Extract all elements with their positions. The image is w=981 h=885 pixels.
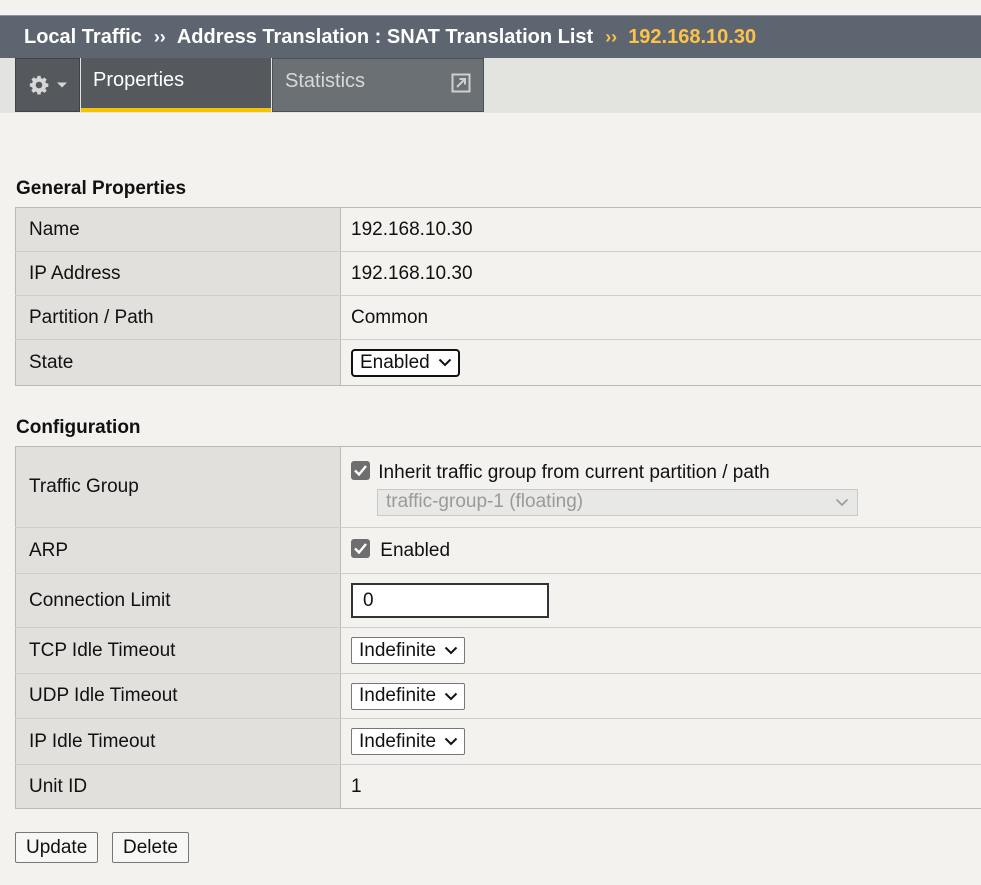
traffic-group-inherit-label: Inherit traffic group from current parti… <box>378 461 770 483</box>
tcp-idle-timeout-select[interactable]: Indefinite <box>351 637 466 664</box>
ip-idle-timeout-label: IP Idle Timeout <box>15 718 341 765</box>
traffic-group-select: traffic-group-1 (floating) <box>377 488 858 516</box>
row-name: Name 192.168.10.30 <box>15 207 981 252</box>
chevron-down-icon <box>835 498 849 506</box>
connection-limit-input[interactable]: 0 <box>351 583 549 618</box>
name-label: Name <box>15 207 341 252</box>
ip-idle-timeout-value: Indefinite <box>359 730 437 752</box>
breadcrumb-separator: ›› <box>153 26 166 47</box>
breadcrumb: Local Traffic ›› Address Translation : S… <box>0 15 981 58</box>
state-select[interactable]: Enabled <box>351 348 460 377</box>
state-select-value: Enabled <box>360 351 430 373</box>
delete-button[interactable]: Delete <box>112 832 189 863</box>
row-state: State Enabled <box>15 339 981 386</box>
chevron-down-icon <box>56 82 67 88</box>
configuration-title: Configuration <box>16 417 141 438</box>
update-button-label: Update <box>26 836 88 858</box>
breadcrumb-local-traffic[interactable]: Local Traffic <box>24 26 142 49</box>
tab-statistics[interactable]: Statistics <box>272 58 484 112</box>
row-ip-idle-timeout: IP Idle Timeout Indefinite <box>15 718 981 765</box>
checkmark-icon <box>354 464 367 476</box>
unit-id-label: Unit ID <box>15 764 341 809</box>
connection-limit-label: Connection Limit <box>15 573 341 628</box>
gear-menu-button[interactable] <box>15 58 80 112</box>
gear-icon <box>29 75 48 95</box>
update-button[interactable]: Update <box>15 832 99 863</box>
breadcrumb-snat-list[interactable]: Address Translation : SNAT Translation L… <box>177 26 593 49</box>
ip-address-label: IP Address <box>15 251 341 296</box>
udp-idle-timeout-label: UDP Idle Timeout <box>15 673 341 719</box>
row-traffic-group: Traffic Group Inherit traffic group from… <box>15 446 981 528</box>
arp-label: ARP <box>15 527 341 574</box>
name-value: 192.168.10.30 <box>340 207 981 252</box>
tcp-idle-timeout-label: TCP Idle Timeout <box>15 627 341 674</box>
row-unit-id: Unit ID 1 <box>15 764 981 809</box>
connection-limit-value: 0 <box>363 589 374 611</box>
chevron-down-icon <box>438 358 451 367</box>
chevron-down-icon <box>444 646 458 655</box>
delete-button-label: Delete <box>123 836 178 858</box>
traffic-group-inherit-checkbox[interactable] <box>351 460 370 480</box>
row-arp: ARP Enabled <box>15 527 981 574</box>
tab-properties-label: Properties <box>93 69 185 91</box>
row-connection-limit: Connection Limit 0 <box>15 573 981 628</box>
partition-value: Common <box>340 295 981 340</box>
general-properties-table: Name 192.168.10.30 IP Address 192.168.10… <box>15 207 981 386</box>
configuration-table: Traffic Group Inherit traffic group from… <box>15 446 981 809</box>
row-udp-idle-timeout: UDP Idle Timeout Indefinite <box>15 673 981 719</box>
general-properties-title: General Properties <box>16 178 187 199</box>
tab-statistics-label: Statistics <box>285 70 366 92</box>
arp-enabled-checkbox[interactable] <box>351 539 370 558</box>
traffic-group-label: Traffic Group <box>15 446 341 528</box>
checkmark-icon <box>354 543 367 555</box>
udp-idle-timeout-value: Indefinite <box>359 685 437 706</box>
ip-idle-timeout-select[interactable]: Indefinite <box>351 728 466 755</box>
traffic-group-select-value: traffic-group-1 (floating) <box>386 491 584 512</box>
state-label: State <box>15 339 341 386</box>
arp-enabled-label: Enabled <box>380 540 451 561</box>
breadcrumb-separator: ›› <box>605 26 618 47</box>
partition-label: Partition / Path <box>15 295 341 340</box>
udp-idle-timeout-select[interactable]: Indefinite <box>351 682 466 710</box>
chevron-down-icon <box>444 737 458 746</box>
tab-properties[interactable]: Properties <box>81 58 271 112</box>
external-link-icon[interactable] <box>451 73 471 99</box>
row-partition: Partition / Path Common <box>15 295 981 340</box>
row-ip-address: IP Address 192.168.10.30 <box>15 251 981 296</box>
breadcrumb-current: 192.168.10.30 <box>628 25 757 48</box>
chevron-down-icon <box>444 692 458 700</box>
row-tcp-idle-timeout: TCP Idle Timeout Indefinite <box>15 627 981 674</box>
tcp-idle-timeout-value: Indefinite <box>359 639 437 661</box>
ip-address-value: 192.168.10.30 <box>340 251 981 296</box>
unit-id-value: 1 <box>340 764 981 809</box>
